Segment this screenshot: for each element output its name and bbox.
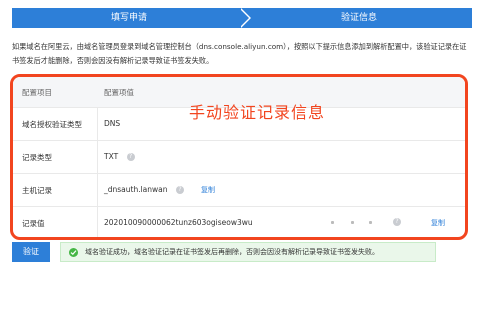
column-divider (97, 107, 98, 140)
help-icon[interactable]: ? (126, 153, 135, 161)
step-progress: 填写申请 验证信息 (12, 8, 472, 28)
copy-host-record-link[interactable]: 复制 (201, 185, 215, 195)
redacted-mark (351, 221, 354, 224)
header-config-value: 配置项值 (104, 88, 134, 97)
help-icon[interactable]: ? (175, 186, 184, 194)
success-message: 域名验证成功，域名验证记录在证书签发后再删除，否则会因没有解析记录导致证书签发失… (85, 248, 379, 256)
row-value: DNS (104, 119, 121, 128)
row-key: 记录类型 (22, 153, 52, 162)
row-key: 记录值 (22, 219, 45, 228)
dns-record-table: 配置项目 配置项值 域名授权验证类型 DNS 记录类型 TXT ? 主机记录 _… (10, 74, 468, 240)
row-value: 202010090000062tunz603ogiseow3wu (104, 218, 253, 227)
success-alert: 域名验证成功，域名验证记录在证书签发后再删除，否则会因没有解析记录导致证书签发失… (60, 242, 436, 262)
row-value-wrap: _dnsauth.lanwan ? (104, 185, 184, 194)
header-config-item: 配置项目 (22, 88, 52, 97)
column-divider (97, 173, 98, 206)
step-1-label: 填写申请 (110, 13, 147, 23)
table-row: 主机记录 _dnsauth.lanwan ? 复制 (13, 173, 465, 207)
step-verify-info: 验证信息 (246, 8, 472, 28)
intro-instructions: 如果域名在阿里云，由域名管理员登录到域名管理控制台（dns.console.al… (12, 42, 467, 65)
row-value: _dnsauth.lanwan (104, 185, 168, 194)
table-row: 记录值 202010090000062tunz603ogiseow3wu ? 复… (13, 206, 465, 237)
column-divider (97, 206, 98, 237)
row-key: 域名授权验证类型 (22, 120, 82, 129)
annotation-title: 手动验证记录信息 (189, 103, 326, 122)
row-value: TXT (104, 152, 119, 161)
table-row: 记录类型 TXT ? (13, 140, 465, 174)
redacted-mark (331, 221, 334, 224)
check-circle-icon (69, 248, 78, 257)
redacted-mark (369, 221, 372, 224)
step-fill-application: 填写申请 (12, 8, 246, 28)
row-value-wrap: TXT ? (104, 152, 135, 161)
verify-button[interactable]: 验证 (12, 242, 50, 262)
row-key: 主机记录 (22, 186, 52, 195)
help-icon[interactable]: ? (393, 218, 401, 226)
copy-record-value-link[interactable]: 复制 (431, 218, 445, 228)
step-2-label: 验证信息 (340, 13, 377, 23)
column-divider (97, 140, 98, 173)
step-arrow-head (239, 8, 249, 28)
